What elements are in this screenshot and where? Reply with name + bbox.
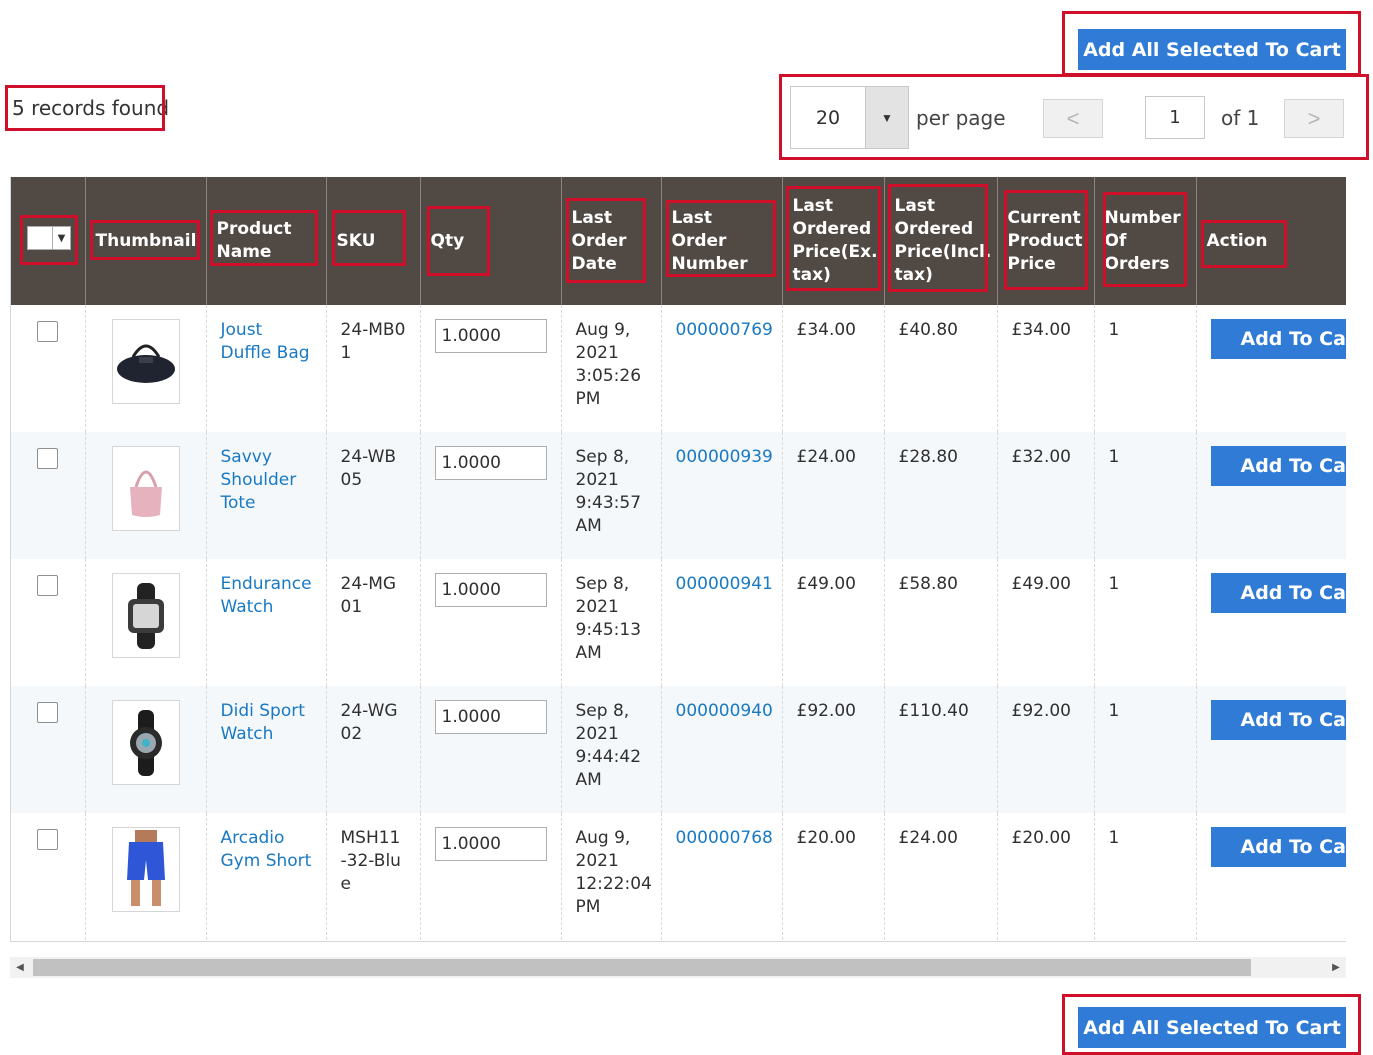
- price-ex-tax-cell: £92.00: [781, 686, 884, 813]
- table-row: Joust Duffle Bag 24-MB01 Aug 9, 2021 3:0…: [11, 305, 1346, 432]
- order-number-link[interactable]: 000000768: [676, 828, 773, 848]
- current-price-cell: £34.00: [996, 305, 1094, 432]
- page-number-input[interactable]: [1145, 96, 1205, 139]
- last-order-date-cell: Aug 9, 2021 12:22:04 PM: [560, 813, 661, 940]
- column-number-of-orders[interactable]: Number Of Orders: [1093, 177, 1196, 305]
- product-name-link[interactable]: Arcadio Gym Short: [221, 828, 312, 871]
- qty-input[interactable]: [434, 573, 547, 607]
- number-of-orders-cell: 1: [1093, 813, 1196, 940]
- chevron-right-icon: >: [1307, 105, 1321, 131]
- column-last-price-ex-tax[interactable]: Last Ordered Price(Ex. tax): [781, 177, 884, 305]
- add-to-cart-button[interactable]: Add To Cart: [1210, 573, 1346, 613]
- price-incl-tax-cell: £24.00: [883, 813, 997, 940]
- add-all-selected-to-cart-button-top[interactable]: Add All Selected To Cart: [1078, 29, 1346, 70]
- row-checkbox[interactable]: [37, 575, 58, 596]
- order-number-link[interactable]: 000000939: [676, 447, 773, 467]
- sku-cell: 24-WB05: [325, 432, 420, 559]
- records-found-label: 5 records found: [12, 96, 170, 120]
- add-to-cart-button[interactable]: Add To Cart: [1210, 700, 1346, 740]
- per-page-select[interactable]: 20 ▼: [790, 86, 909, 149]
- row-checkbox[interactable]: [37, 702, 58, 723]
- order-number-link[interactable]: 000000940: [676, 701, 773, 721]
- number-of-orders-cell: 1: [1093, 432, 1196, 559]
- mass-select-dropdown[interactable]: ▼: [27, 226, 71, 250]
- mass-select-header: ▼: [11, 177, 85, 305]
- row-checkbox[interactable]: [37, 448, 58, 469]
- qty-input[interactable]: [434, 319, 547, 353]
- number-of-orders-cell: 1: [1093, 559, 1196, 686]
- add-to-cart-button[interactable]: Add To Cart: [1210, 319, 1346, 359]
- price-ex-tax-cell: £49.00: [781, 559, 884, 686]
- scroll-left-icon[interactable]: ◀: [10, 957, 30, 978]
- qty-input[interactable]: [434, 827, 547, 861]
- number-of-orders-cell: 1: [1093, 686, 1196, 813]
- price-ex-tax-cell: £34.00: [781, 305, 884, 432]
- price-incl-tax-cell: £58.80: [883, 559, 997, 686]
- next-page-button[interactable]: >: [1284, 99, 1344, 138]
- grid-header-row: ▼ Thumbnail Product Name SKU Qty Last Or…: [11, 177, 1346, 305]
- column-current-price[interactable]: Current Product Price: [996, 177, 1094, 305]
- price-ex-tax-cell: £20.00: [781, 813, 884, 940]
- column-product-name[interactable]: Product Name: [205, 177, 326, 305]
- prev-page-button[interactable]: <: [1043, 99, 1103, 138]
- product-name-link[interactable]: Savvy Shoulder Tote: [221, 447, 297, 513]
- last-order-date-cell: Aug 9, 2021 3:05:26 PM: [560, 305, 661, 432]
- add-to-cart-button[interactable]: Add To Cart: [1210, 827, 1346, 867]
- product-name-link[interactable]: Endurance Watch: [221, 574, 312, 617]
- caret-down-icon[interactable]: ▼: [52, 227, 70, 249]
- scroll-right-icon[interactable]: ▶: [1326, 957, 1346, 978]
- qty-input[interactable]: [434, 446, 547, 480]
- price-incl-tax-cell: £40.80: [883, 305, 997, 432]
- column-thumbnail[interactable]: Thumbnail: [84, 177, 206, 305]
- page-count-label: of 1: [1221, 106, 1260, 130]
- current-price-cell: £92.00: [996, 686, 1094, 813]
- row-checkbox[interactable]: [37, 321, 58, 342]
- sku-cell: 24-MB01: [325, 305, 420, 432]
- sport-watch-image[interactable]: [111, 700, 180, 785]
- price-incl-tax-cell: £110.40: [883, 686, 997, 813]
- product-name-link[interactable]: Joust Duffle Bag: [221, 320, 310, 363]
- column-action: Action: [1195, 177, 1346, 305]
- horizontal-scrollbar[interactable]: ◀ ▶: [10, 957, 1346, 978]
- chevron-down-icon[interactable]: ▼: [865, 87, 908, 148]
- column-sku[interactable]: SKU: [325, 177, 420, 305]
- number-of-orders-cell: 1: [1093, 305, 1196, 432]
- last-order-date-cell: Sep 8, 2021 9:44:42 AM: [560, 686, 661, 813]
- per-page-value: 20: [815, 106, 841, 129]
- scrollbar-thumb[interactable]: [33, 959, 1251, 976]
- current-price-cell: £20.00: [996, 813, 1094, 940]
- column-last-order-date[interactable]: Last Order Date: [560, 177, 661, 305]
- sku-cell: 24-WG02: [325, 686, 420, 813]
- add-all-selected-to-cart-button-bottom[interactable]: Add All Selected To Cart: [1078, 1007, 1346, 1048]
- product-name-link[interactable]: Didi Sport Watch: [221, 701, 305, 744]
- add-to-cart-button[interactable]: Add To Cart: [1210, 446, 1346, 486]
- price-incl-tax-cell: £28.80: [883, 432, 997, 559]
- sku-cell: MSH11-32-Blue: [325, 813, 420, 940]
- order-number-link[interactable]: 000000941: [676, 574, 773, 594]
- current-price-cell: £49.00: [996, 559, 1094, 686]
- order-number-link[interactable]: 000000769: [676, 320, 773, 340]
- gym-short-image[interactable]: [111, 827, 180, 912]
- products-grid: ▼ Thumbnail Product Name SKU Qty Last Or…: [10, 177, 1346, 942]
- endurance-watch-image[interactable]: [111, 573, 180, 658]
- row-checkbox[interactable]: [37, 829, 58, 850]
- select-all-checkbox[interactable]: [28, 227, 52, 249]
- shoulder-tote-image[interactable]: [111, 446, 180, 531]
- sku-cell: 24-MG01: [325, 559, 420, 686]
- duffle-bag-image[interactable]: [111, 319, 180, 404]
- price-ex-tax-cell: £24.00: [781, 432, 884, 559]
- table-row: Endurance Watch 24-MG01 Sep 8, 2021 9:45…: [11, 559, 1346, 686]
- qty-input[interactable]: [434, 700, 547, 734]
- per-page-label: per page: [916, 106, 1006, 130]
- current-price-cell: £32.00: [996, 432, 1094, 559]
- column-last-price-incl-tax[interactable]: Last Ordered Price(Incl. tax): [883, 177, 997, 305]
- column-qty[interactable]: Qty: [419, 177, 561, 305]
- table-row: Didi Sport Watch 24-WG02 Sep 8, 2021 9:4…: [11, 686, 1346, 813]
- last-order-date-cell: Sep 8, 2021 9:43:57 AM: [560, 432, 661, 559]
- chevron-left-icon: <: [1066, 105, 1080, 131]
- table-row: Savvy Shoulder Tote 24-WB05 Sep 8, 2021 …: [11, 432, 1346, 559]
- column-last-order-number[interactable]: Last Order Number: [660, 177, 782, 305]
- table-row: Arcadio Gym Short MSH11-32-Blue Aug 9, 2…: [11, 813, 1346, 940]
- last-order-date-cell: Sep 8, 2021 9:45:13 AM: [560, 559, 661, 686]
